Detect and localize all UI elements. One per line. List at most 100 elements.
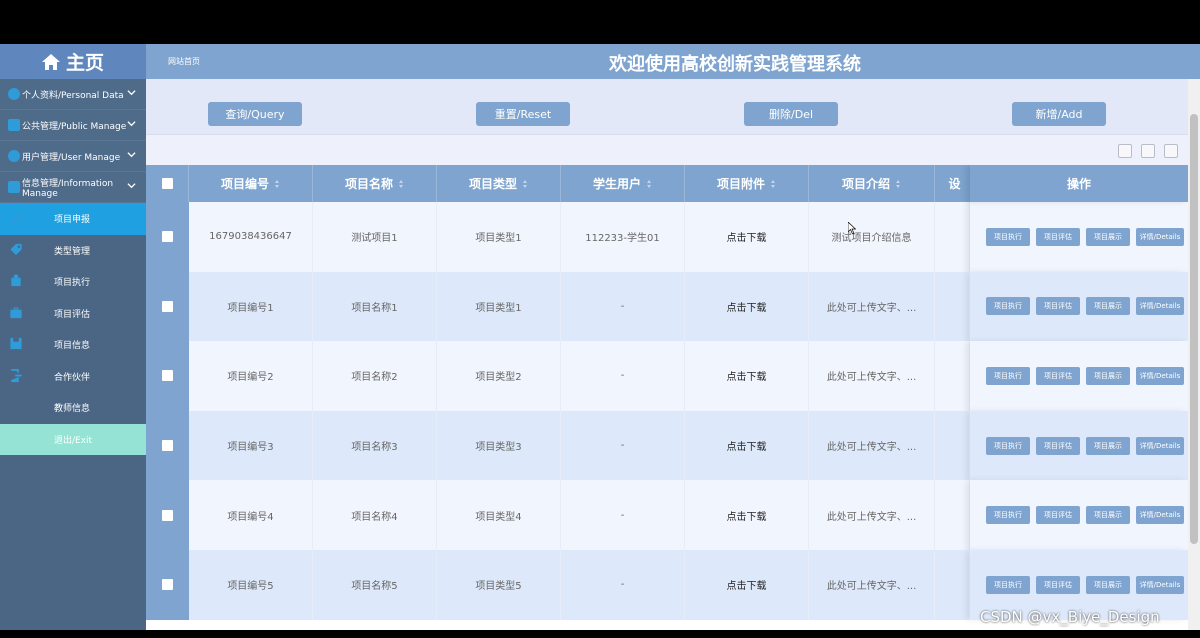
reset-button[interactable]: 重置/Reset: [476, 102, 570, 126]
column-header-5[interactable]: 项目介绍: [809, 165, 935, 202]
sidebar-item-label: 退出/Exit: [54, 435, 93, 446]
action-button-2[interactable]: 项目展示: [1086, 436, 1130, 455]
action-button-2[interactable]: 项目展示: [1086, 366, 1130, 385]
table-cell: 项目编号4: [189, 480, 313, 550]
action-button-0[interactable]: 项目执行: [986, 436, 1030, 455]
table-cell: -: [561, 410, 685, 481]
column-header-4[interactable]: 项目附件: [685, 165, 809, 202]
table-cell: 此处可上传文字、...: [809, 271, 935, 342]
briefcase-icon: [10, 306, 22, 318]
chevron-down-icon: [127, 121, 136, 127]
row-checkbox[interactable]: [162, 579, 173, 591]
table-cell: 项目名称4: [313, 480, 437, 550]
toolbar: 查询/Query 重置/Reset 删除/Del 新增/Add: [146, 79, 1188, 134]
column-header-0[interactable]: 项目编号: [189, 165, 313, 202]
table-cell: 此处可上传文字、...: [809, 341, 935, 411]
action-button-0[interactable]: 项目执行: [986, 506, 1030, 525]
action-button-1[interactable]: 项目评估: [1036, 297, 1080, 316]
download-link[interactable]: 点击下载: [685, 480, 809, 550]
table-cell: 项目编号3: [189, 410, 313, 481]
row-checkbox[interactable]: [162, 300, 173, 312]
print-icon[interactable]: [1164, 144, 1178, 158]
sidebar-group-3[interactable]: 信息管理/Information Manage: [0, 172, 146, 203]
action-button-1[interactable]: 项目评估: [1036, 366, 1080, 385]
table-cell: [935, 271, 970, 342]
table-row: 项目编号3 项目名称3 项目类型3- 点击下载 此处可上传文字、... 项目执行 项目评估项…: [146, 410, 1188, 481]
table-cell: 测试项目介绍信息: [809, 202, 935, 272]
action-button-0[interactable]: 项目执行: [986, 366, 1030, 385]
row-checkbox[interactable]: [162, 509, 173, 521]
sidebar-group-0[interactable]: 个人资料/Personal Data: [0, 79, 146, 110]
sidebar-item-label: 教师信息: [54, 404, 91, 415]
export-icon[interactable]: [1141, 144, 1155, 158]
action-button-2[interactable]: 项目展示: [1086, 227, 1130, 246]
home-label: 主页: [65, 52, 104, 74]
watermark: CSDN @vx_Biye_Design: [980, 608, 1160, 626]
action-button-3[interactable]: 详情/Details: [1136, 227, 1184, 246]
action-button-1[interactable]: 项目评估: [1036, 575, 1080, 594]
column-header-actions[interactable]: 操作: [970, 165, 1188, 202]
column-header-6[interactable]: 设: [935, 165, 975, 202]
sidebar-group-2[interactable]: 用户管理/User Manage: [0, 141, 146, 172]
action-button-2[interactable]: 项目展示: [1086, 506, 1130, 525]
column-header-1[interactable]: 项目名称: [313, 165, 437, 202]
action-button-0[interactable]: 项目执行: [986, 227, 1030, 246]
sidebar-group-label: 用户管理/User Manage: [22, 152, 121, 163]
action-button-0[interactable]: 项目执行: [986, 297, 1030, 316]
row-checkbox[interactable]: [162, 370, 173, 382]
group-icon: [8, 119, 20, 131]
table-cell: 项目名称5: [313, 550, 437, 620]
select-all-checkbox[interactable]: [161, 178, 173, 189]
query-button[interactable]: 查询/Query: [208, 102, 302, 126]
columns-icon[interactable]: [1118, 144, 1132, 158]
table-cell: 测试项目1: [313, 202, 437, 272]
action-button-1[interactable]: 项目评估: [1036, 436, 1080, 455]
download-link[interactable]: 点击下载: [685, 410, 809, 481]
sidebar-item-6[interactable]: 教师信息: [0, 392, 146, 424]
sidebar-item-label: 类型管理: [54, 246, 91, 257]
table-cell: [935, 410, 970, 481]
sidebar-item-4[interactable]: 项目信息: [0, 329, 146, 361]
action-button-3[interactable]: 详情/Details: [1136, 366, 1184, 385]
download-link[interactable]: 点击下载: [685, 550, 809, 620]
action-button-3[interactable]: 详情/Details: [1136, 575, 1184, 594]
table-cell: 项目类型4: [437, 480, 561, 550]
table-cell: 项目类型3: [437, 410, 561, 481]
action-button-3[interactable]: 详情/Details: [1136, 506, 1184, 525]
column-header-3[interactable]: 学生用户: [561, 165, 685, 202]
sidebar-item-1[interactable]: 类型管理: [0, 235, 146, 267]
action-button-2[interactable]: 项目展示: [1086, 297, 1130, 316]
download-link[interactable]: 点击下载: [685, 341, 809, 411]
action-button-1[interactable]: 项目评估: [1036, 506, 1080, 525]
action-button-3[interactable]: 详情/Details: [1136, 436, 1184, 455]
sidebar-item-5[interactable]: 合作伙伴: [0, 361, 146, 393]
table-cell: 项目类型1: [437, 202, 561, 272]
column-header-2[interactable]: 项目类型: [437, 165, 561, 202]
download-link[interactable]: 点击下载: [685, 202, 809, 272]
scrollbar-thumb[interactable]: [1190, 114, 1198, 544]
sidebar-item-7[interactable]: 退出/Exit: [0, 423, 146, 455]
action-button-1[interactable]: 项目评估: [1036, 227, 1080, 246]
action-button-0[interactable]: 项目执行: [986, 575, 1030, 594]
home-link[interactable]: 主页: [0, 44, 146, 79]
table-cell: 项目编号5: [189, 550, 313, 620]
table-cell: 项目名称1: [313, 271, 437, 342]
row-checkbox[interactable]: [162, 440, 173, 452]
sidebar-item-2[interactable]: 项目执行: [0, 266, 146, 298]
sort-icon: [647, 179, 652, 188]
sidebar-group-1[interactable]: 公共管理/Public Manage: [0, 110, 146, 141]
vertical-scrollbar[interactable]: [1188, 79, 1200, 630]
sidebar-item-0[interactable]: 项目申报: [0, 203, 146, 235]
action-button-3[interactable]: 详情/Details: [1136, 297, 1184, 316]
tag-icon: [10, 243, 22, 255]
top-header: 网站首页 欢迎使用高校创新实践管理系统: [146, 44, 1200, 79]
add-button[interactable]: 新增/Add: [1012, 102, 1106, 126]
sidebar-item-3[interactable]: 项目评估: [0, 298, 146, 330]
breadcrumb-home[interactable]: 网站首页: [168, 56, 200, 67]
table-cell: -: [561, 271, 685, 342]
download-link[interactable]: 点击下载: [685, 271, 809, 342]
delete-button[interactable]: 删除/Del: [744, 102, 838, 126]
table-cell: -: [561, 550, 685, 620]
action-button-2[interactable]: 项目展示: [1086, 575, 1130, 594]
row-checkbox[interactable]: [162, 231, 173, 243]
